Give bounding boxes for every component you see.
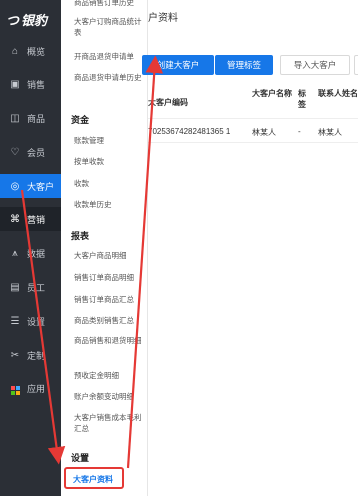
arrow-to-create-button: [126, 55, 164, 469]
arrow-to-settings-section: [20, 189, 66, 465]
annotation-arrows: [20, 55, 164, 469]
